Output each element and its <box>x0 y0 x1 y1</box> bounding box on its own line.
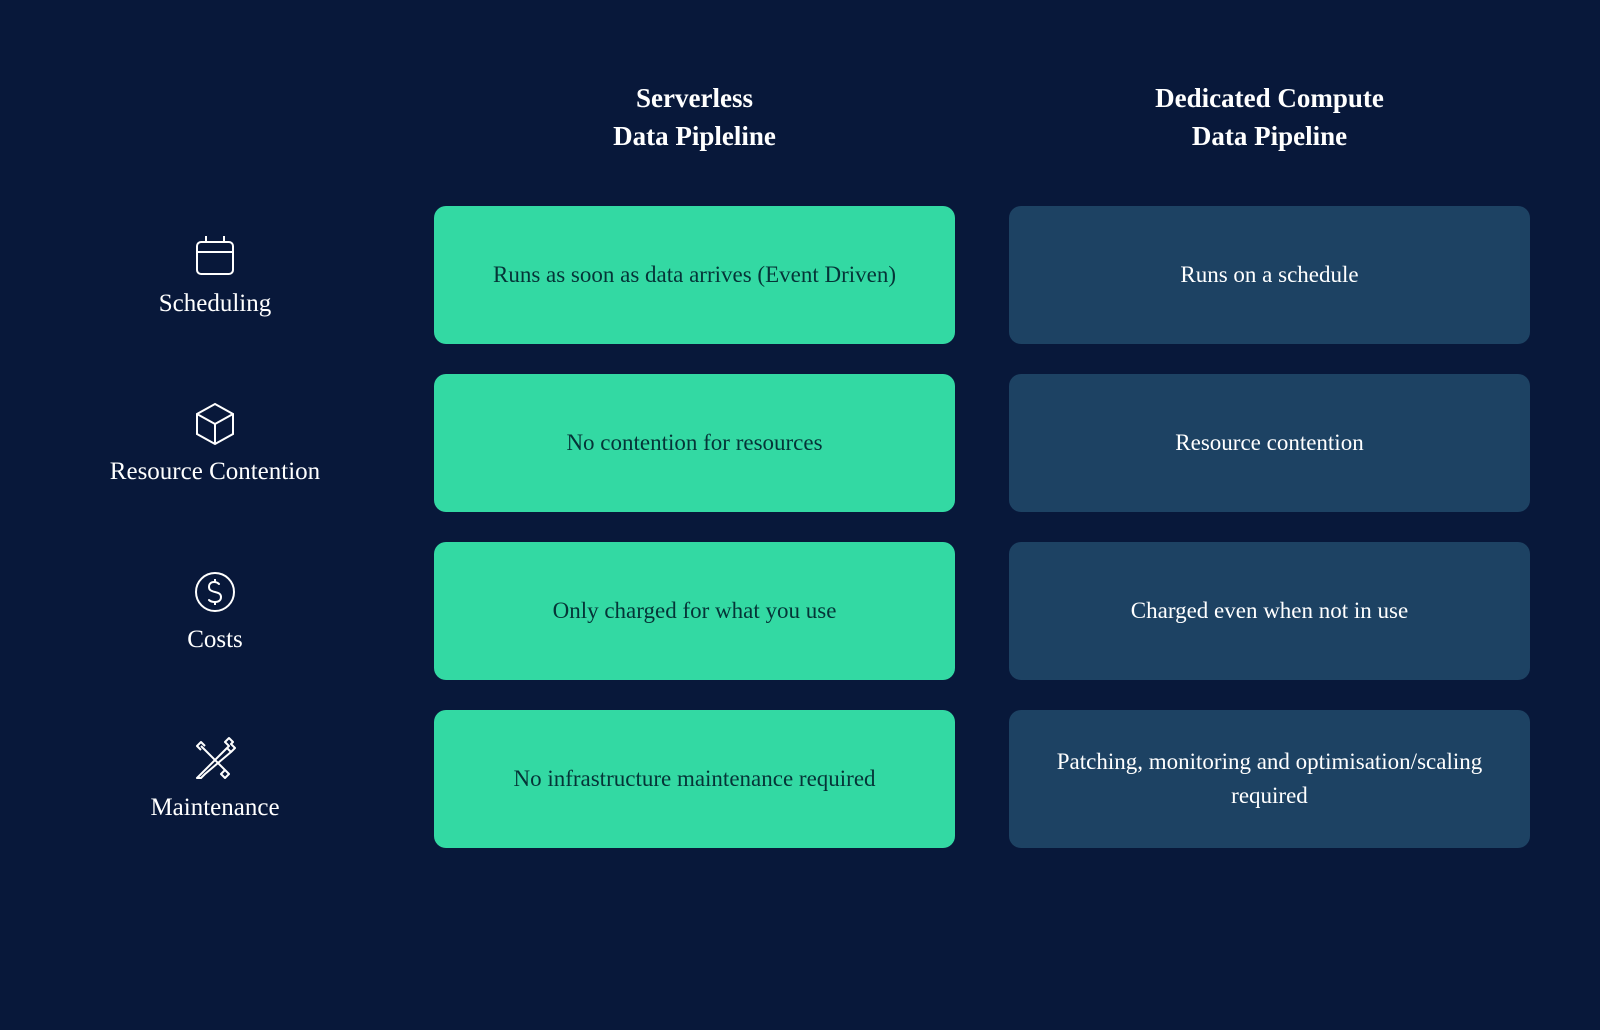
row-label-text: Costs <box>187 626 243 654</box>
cell-text: Runs on a schedule <box>1180 258 1358 291</box>
cell-scheduling-serverless: Runs as soon as data arrives (Event Driv… <box>434 206 955 344</box>
comparison-grid: Serverless Data Pipleline Dedicated Comp… <box>60 80 1530 848</box>
cell-resource-dedicated: Resource contention <box>1009 374 1530 512</box>
cell-text: Resource contention <box>1175 426 1363 459</box>
row-label-text: Scheduling <box>159 290 272 318</box>
cube-icon <box>191 400 239 448</box>
row-label-maintenance: Maintenance <box>60 710 380 848</box>
header-line1: Serverless <box>636 83 753 113</box>
row-label-scheduling: Scheduling <box>60 206 380 344</box>
cell-maintenance-serverless: No infrastructure maintenance required <box>434 710 955 848</box>
cell-text: Runs as soon as data arrives (Event Driv… <box>493 258 896 291</box>
calendar-icon <box>191 232 239 280</box>
column-header-serverless: Serverless Data Pipleline <box>434 80 955 176</box>
row-label-costs: Costs <box>60 542 380 680</box>
dollar-icon <box>191 568 239 616</box>
header-line2: Data Pipeline <box>1192 121 1347 151</box>
header-line2: Data Pipleline <box>613 121 776 151</box>
row-label-text: Maintenance <box>150 794 279 822</box>
cell-scheduling-dedicated: Runs on a schedule <box>1009 206 1530 344</box>
cell-text: Charged even when not in use <box>1131 594 1408 627</box>
header-line1: Dedicated Compute <box>1155 83 1384 113</box>
cell-costs-dedicated: Charged even when not in use <box>1009 542 1530 680</box>
column-header-dedicated: Dedicated Compute Data Pipeline <box>1009 80 1530 176</box>
cell-text: No contention for resources <box>566 426 822 459</box>
cell-maintenance-dedicated: Patching, monitoring and optimisation/sc… <box>1009 710 1530 848</box>
tools-icon <box>191 736 239 784</box>
cell-text: Patching, monitoring and optimisation/sc… <box>1049 745 1490 812</box>
row-label-text: Resource Contention <box>110 458 320 486</box>
cell-text: Only charged for what you use <box>553 594 837 627</box>
cell-costs-serverless: Only charged for what you use <box>434 542 955 680</box>
header-spacer <box>60 80 380 176</box>
cell-text: No infrastructure maintenance required <box>513 762 875 795</box>
cell-resource-serverless: No contention for resources <box>434 374 955 512</box>
row-label-resource-contention: Resource Contention <box>60 374 380 512</box>
